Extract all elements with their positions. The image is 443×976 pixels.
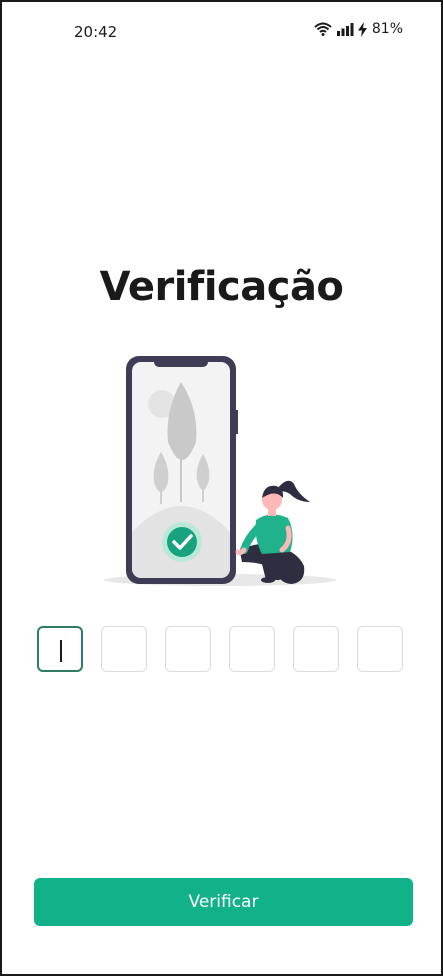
- code-digit-5[interactable]: [293, 626, 339, 672]
- signal-icon: [336, 22, 354, 36]
- code-digit-1[interactable]: [37, 626, 83, 672]
- code-digit-6[interactable]: [357, 626, 403, 672]
- code-digit-2[interactable]: [101, 626, 147, 672]
- code-digit-3[interactable]: [165, 626, 211, 672]
- text-cursor: [60, 640, 62, 662]
- wifi-icon: [314, 22, 332, 36]
- verify-button[interactable]: Verificar: [34, 878, 413, 926]
- battery-level: 81%: [371, 21, 403, 37]
- app-screen: 20:42 81% Verificação Verificar: [0, 0, 443, 976]
- status-icons: 81%: [314, 21, 403, 37]
- status-bar: 20:42 81%: [2, 2, 441, 42]
- status-time: 20:42: [74, 23, 118, 41]
- charging-icon: [357, 21, 367, 37]
- verification-illustration: [102, 352, 347, 592]
- verification-code-input: [37, 626, 409, 676]
- code-digit-4[interactable]: [229, 626, 275, 672]
- page-title: Verificação: [99, 264, 344, 310]
